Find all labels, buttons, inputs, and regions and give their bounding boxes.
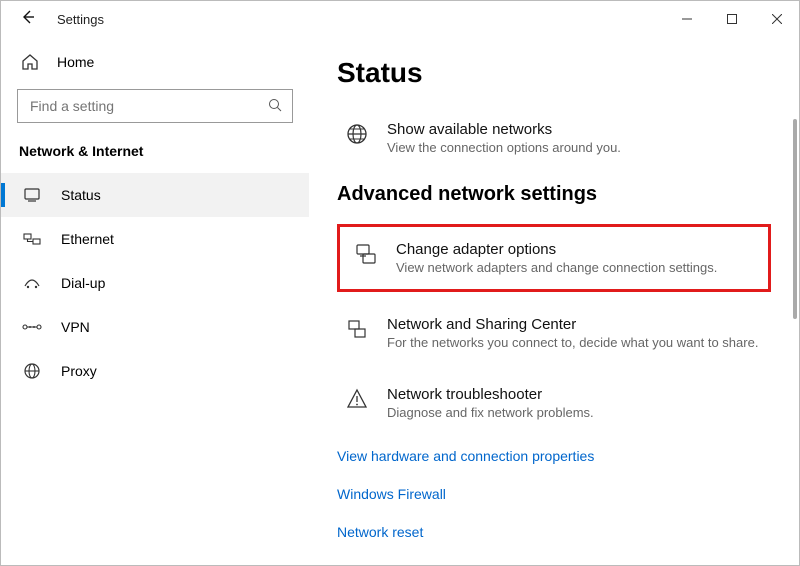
option-change-adapter[interactable]: Change adapter options View network adap… <box>346 233 762 283</box>
adapter-icon <box>352 241 380 265</box>
home-icon <box>19 53 41 71</box>
main-panel: Status Show available networks View the … <box>309 37 799 565</box>
link-windows-firewall[interactable]: Windows Firewall <box>337 486 771 502</box>
search-input[interactable] <box>28 97 268 115</box>
link-hardware-properties[interactable]: View hardware and connection properties <box>337 448 771 464</box>
option-sharing-center[interactable]: Network and Sharing Center For the netwo… <box>337 308 771 358</box>
warning-icon <box>343 386 371 410</box>
option-title: Change adapter options <box>396 241 717 258</box>
option-title: Show available networks <box>387 121 621 138</box>
window-title: Settings <box>57 12 104 27</box>
globe-icon <box>343 121 371 145</box>
maximize-button[interactable] <box>709 1 754 37</box>
page-title: Status <box>337 57 771 89</box>
sidebar-item-dialup[interactable]: Dial-up <box>1 261 309 305</box>
option-sub: View network adapters and change connect… <box>396 260 717 275</box>
vpn-icon <box>21 320 43 334</box>
search-input-container[interactable] <box>17 89 293 123</box>
window-titlebar: Settings <box>1 1 799 37</box>
scrollbar[interactable] <box>793 119 797 319</box>
section-title: Advanced network settings <box>337 183 771 206</box>
sidebar-item-proxy[interactable]: Proxy <box>1 349 309 393</box>
link-network-reset[interactable]: Network reset <box>337 524 771 540</box>
dialup-icon <box>21 276 43 290</box>
sidebar-item-label: Proxy <box>61 363 97 379</box>
sidebar-item-label: Status <box>61 187 101 203</box>
sidebar-item-ethernet[interactable]: Ethernet <box>1 217 309 261</box>
sidebar-category: Network & Internet <box>1 139 309 173</box>
sidebar-item-label: Ethernet <box>61 231 114 247</box>
close-button[interactable] <box>754 1 799 37</box>
option-sub: For the networks you connect to, decide … <box>387 335 758 350</box>
search-icon <box>268 98 282 115</box>
option-show-networks[interactable]: Show available networks View the connect… <box>337 113 771 163</box>
option-title: Network and Sharing Center <box>387 316 758 333</box>
sharing-icon <box>343 316 371 340</box>
status-icon <box>21 186 43 204</box>
minimize-button[interactable] <box>664 1 709 37</box>
sidebar-item-vpn[interactable]: VPN <box>1 305 309 349</box>
sidebar-home-label: Home <box>57 54 94 70</box>
sidebar-item-status[interactable]: Status <box>1 173 309 217</box>
back-button[interactable] <box>13 9 43 30</box>
proxy-icon <box>21 362 43 380</box>
option-troubleshooter[interactable]: Network troubleshooter Diagnose and fix … <box>337 378 771 428</box>
sidebar: Home Network & Internet Status Ethernet <box>1 37 309 565</box>
sidebar-home[interactable]: Home <box>1 43 309 81</box>
highlight-box: Change adapter options View network adap… <box>337 224 771 292</box>
ethernet-icon <box>21 230 43 248</box>
option-title: Network troubleshooter <box>387 386 594 403</box>
option-sub: Diagnose and fix network problems. <box>387 405 594 420</box>
option-sub: View the connection options around you. <box>387 140 621 155</box>
sidebar-item-label: Dial-up <box>61 275 105 291</box>
sidebar-item-label: VPN <box>61 319 90 335</box>
